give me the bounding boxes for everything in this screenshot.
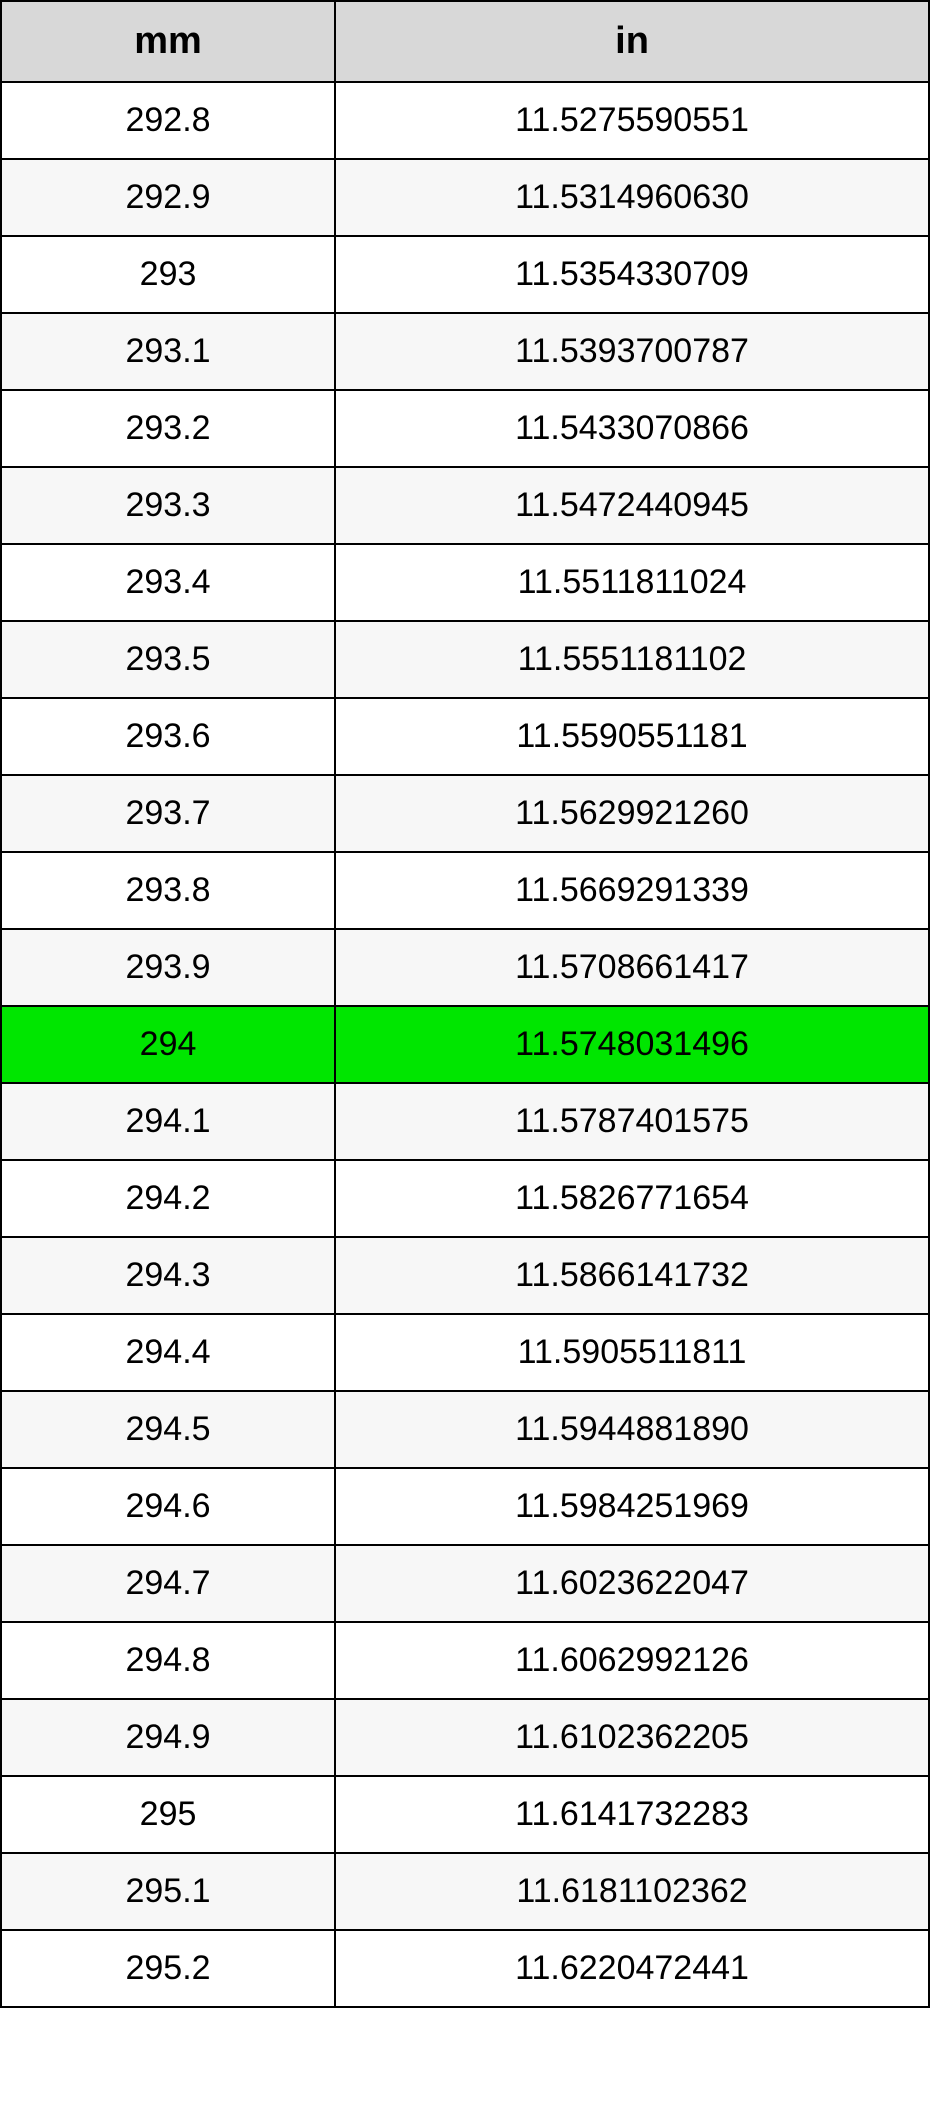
cell-mm: 293.9 — [1, 929, 335, 1006]
table-row: 293.411.5511811024 — [1, 544, 929, 621]
cell-mm: 294.2 — [1, 1160, 335, 1237]
table-row: 295.111.6181102362 — [1, 1853, 929, 1930]
table-row: 29311.5354330709 — [1, 236, 929, 313]
cell-mm: 294 — [1, 1006, 335, 1083]
table-header-row: mm in — [1, 1, 929, 82]
cell-in: 11.5511811024 — [335, 544, 929, 621]
cell-in: 11.5944881890 — [335, 1391, 929, 1468]
cell-in: 11.5354330709 — [335, 236, 929, 313]
cell-mm: 293.3 — [1, 467, 335, 544]
table-row: 293.111.5393700787 — [1, 313, 929, 390]
table-row: 292.811.5275590551 — [1, 82, 929, 159]
cell-mm: 293.8 — [1, 852, 335, 929]
cell-mm: 295.2 — [1, 1930, 335, 2007]
table-row: 293.711.5629921260 — [1, 775, 929, 852]
header-in: in — [335, 1, 929, 82]
cell-mm: 294.8 — [1, 1622, 335, 1699]
table-row: 293.211.5433070866 — [1, 390, 929, 467]
table-row: 294.511.5944881890 — [1, 1391, 929, 1468]
cell-in: 11.5393700787 — [335, 313, 929, 390]
cell-mm: 292.9 — [1, 159, 335, 236]
cell-mm: 294.1 — [1, 1083, 335, 1160]
cell-in: 11.5748031496 — [335, 1006, 929, 1083]
cell-mm: 292.8 — [1, 82, 335, 159]
cell-in: 11.5787401575 — [335, 1083, 929, 1160]
cell-mm: 293.1 — [1, 313, 335, 390]
cell-in: 11.6062992126 — [335, 1622, 929, 1699]
cell-in: 11.6102362205 — [335, 1699, 929, 1776]
header-mm: mm — [1, 1, 335, 82]
cell-in: 11.6141732283 — [335, 1776, 929, 1853]
table-row: 294.611.5984251969 — [1, 1468, 929, 1545]
table-row: 295.211.6220472441 — [1, 1930, 929, 2007]
table-row: 292.911.5314960630 — [1, 159, 929, 236]
cell-in: 11.5314960630 — [335, 159, 929, 236]
table-row: 293.811.5669291339 — [1, 852, 929, 929]
cell-mm: 295 — [1, 1776, 335, 1853]
cell-mm: 294.3 — [1, 1237, 335, 1314]
table-row: 293.311.5472440945 — [1, 467, 929, 544]
cell-in: 11.5590551181 — [335, 698, 929, 775]
cell-mm: 293.2 — [1, 390, 335, 467]
cell-in: 11.6220472441 — [335, 1930, 929, 2007]
cell-in: 11.5984251969 — [335, 1468, 929, 1545]
cell-mm: 293.4 — [1, 544, 335, 621]
cell-mm: 295.1 — [1, 1853, 335, 1930]
table-row: 293.911.5708661417 — [1, 929, 929, 1006]
conversion-table: mm in 292.811.5275590551292.911.53149606… — [0, 0, 930, 2008]
table-row: 294.411.5905511811 — [1, 1314, 929, 1391]
cell-in: 11.6181102362 — [335, 1853, 929, 1930]
table-row: 294.711.6023622047 — [1, 1545, 929, 1622]
cell-in: 11.5669291339 — [335, 852, 929, 929]
table-body: 292.811.5275590551292.911.53149606302931… — [1, 82, 929, 2007]
cell-in: 11.5708661417 — [335, 929, 929, 1006]
cell-in: 11.5629921260 — [335, 775, 929, 852]
cell-mm: 293.7 — [1, 775, 335, 852]
cell-in: 11.5472440945 — [335, 467, 929, 544]
cell-mm: 294.9 — [1, 1699, 335, 1776]
cell-mm: 294.4 — [1, 1314, 335, 1391]
cell-mm: 293.5 — [1, 621, 335, 698]
cell-in: 11.5275590551 — [335, 82, 929, 159]
table-row: 293.511.5551181102 — [1, 621, 929, 698]
table-row: 294.311.5866141732 — [1, 1237, 929, 1314]
cell-in: 11.5551181102 — [335, 621, 929, 698]
cell-in: 11.6023622047 — [335, 1545, 929, 1622]
cell-in: 11.5905511811 — [335, 1314, 929, 1391]
cell-in: 11.5826771654 — [335, 1160, 929, 1237]
cell-mm: 294.7 — [1, 1545, 335, 1622]
table-row: 294.111.5787401575 — [1, 1083, 929, 1160]
table-row: 29411.5748031496 — [1, 1006, 929, 1083]
table-row: 29511.6141732283 — [1, 1776, 929, 1853]
cell-mm: 294.6 — [1, 1468, 335, 1545]
table-row: 293.611.5590551181 — [1, 698, 929, 775]
table-row: 294.211.5826771654 — [1, 1160, 929, 1237]
cell-mm: 293 — [1, 236, 335, 313]
cell-mm: 294.5 — [1, 1391, 335, 1468]
cell-mm: 293.6 — [1, 698, 335, 775]
cell-in: 11.5866141732 — [335, 1237, 929, 1314]
table-row: 294.811.6062992126 — [1, 1622, 929, 1699]
table-row: 294.911.6102362205 — [1, 1699, 929, 1776]
cell-in: 11.5433070866 — [335, 390, 929, 467]
